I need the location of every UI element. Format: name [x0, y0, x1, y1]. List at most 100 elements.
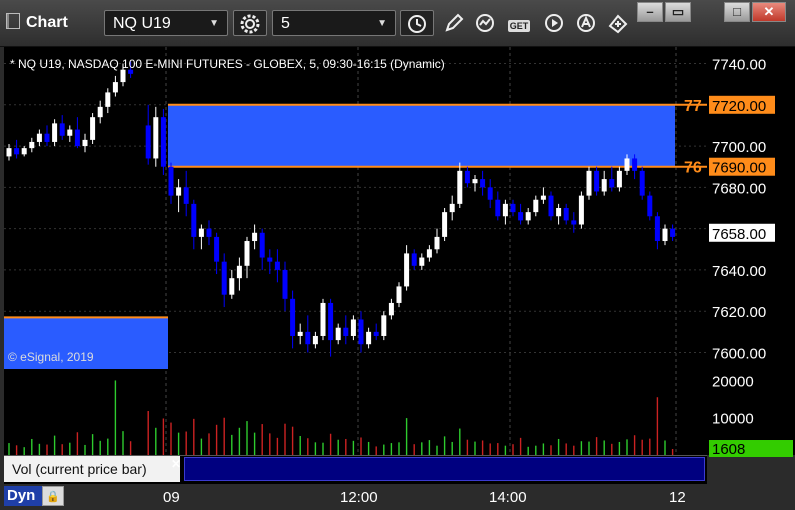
candle-body: [112, 82, 118, 93]
candle-body: [373, 331, 379, 336]
candle-body: [274, 261, 280, 270]
candle-body: [464, 170, 470, 184]
price-tick-label: 7680.00: [712, 180, 766, 197]
candle-body: [36, 133, 42, 142]
candle-body: [404, 253, 410, 287]
candle-body: [120, 69, 126, 83]
time-tick: 12:00: [340, 489, 378, 506]
candle-body: [639, 170, 645, 196]
candle-body: [662, 228, 668, 242]
candle-body: [518, 212, 524, 221]
candle-body: [586, 170, 592, 196]
chart-canvas: 7740.00 7700.00 7680.00 7640.00 7620.00 7600.…: [4, 47, 793, 458]
level-price-label: 7720.00: [712, 98, 766, 115]
candle-body: [487, 187, 493, 200]
candle-body: [434, 236, 440, 250]
candle-body: [525, 212, 531, 221]
candle-body: [305, 331, 311, 345]
candle-body: [6, 148, 12, 157]
chart-header: * NQ U19, NASDAQ 100 E-MINI FUTURES - GL…: [10, 57, 445, 71]
price-tick-label: 7640.00: [712, 263, 766, 280]
candle-body: [426, 249, 432, 258]
candle-body: [335, 327, 341, 341]
copyright-text: © eSignal, 2019: [8, 350, 94, 364]
candle-body: [67, 129, 73, 136]
candle-body: [540, 195, 546, 200]
close-icon[interactable]: ✕: [171, 457, 181, 471]
study-input-bar[interactable]: [184, 457, 705, 481]
candle-body: [160, 117, 166, 167]
candle-body: [312, 335, 318, 345]
candle-body: [14, 148, 20, 155]
candle-body: [396, 286, 402, 303]
candle-body: [90, 117, 96, 140]
level-short-label: 76: [684, 160, 702, 177]
candle-body: [578, 195, 584, 225]
price-tick-label: 7740.00: [712, 57, 766, 74]
candle-body: [594, 170, 600, 192]
candle-body: [510, 203, 516, 213]
candle-body: [244, 241, 250, 266]
candle-body: [388, 302, 394, 316]
candle-body: [563, 208, 569, 221]
candle-body: [328, 302, 334, 341]
candle-body: [145, 125, 151, 159]
candle-body: [236, 265, 242, 279]
candle-body: [82, 139, 88, 147]
candle-body: [221, 261, 227, 295]
candle-body: [282, 269, 288, 299]
candle-body: [624, 158, 630, 171]
candle-body: [616, 170, 622, 188]
candle-body: [290, 298, 296, 336]
candle-body: [267, 257, 273, 262]
candle-body: [198, 228, 204, 237]
resistance-zone: [168, 104, 675, 167]
time-tick: 09: [163, 489, 180, 506]
candle-body: [343, 327, 349, 336]
candle-body: [105, 92, 111, 107]
candle-body: [571, 220, 577, 225]
candle-body: [647, 195, 653, 217]
candle-body: [297, 331, 303, 336]
candle-body: [457, 170, 463, 204]
candle-body: [229, 278, 235, 295]
candle-body: [21, 148, 27, 155]
time-tick: 14:00: [489, 489, 527, 506]
volume-tick-label: 20000: [712, 373, 754, 390]
candle-body: [153, 117, 159, 159]
candle-body: [609, 179, 615, 188]
volume-tick-label: 10000: [712, 411, 754, 428]
volume-study-label[interactable]: Vol (current price bar): [4, 456, 180, 482]
candle-body: [252, 232, 258, 242]
candle-body: [176, 187, 182, 196]
candle-body: [44, 133, 50, 142]
candle-body: [556, 208, 562, 217]
candle-body: [259, 232, 265, 258]
candle-body: [381, 315, 387, 336]
candle-body: [419, 257, 425, 266]
candle-body: [502, 203, 508, 217]
candle-body: [214, 236, 220, 262]
candle-body: [411, 253, 417, 266]
candle-body: [358, 319, 364, 345]
candle-body: [97, 106, 103, 118]
candle-body: [533, 199, 539, 213]
candle-body: [670, 228, 676, 237]
time-tick: 12: [669, 489, 686, 506]
candle-body: [442, 212, 448, 237]
candle-body: [449, 203, 455, 213]
candle-body: [52, 123, 58, 142]
price-tick-label: 7620.00: [712, 304, 766, 321]
last-volume-label: 1608: [712, 441, 745, 458]
dynamic-button[interactable]: Dyn: [4, 486, 42, 506]
lock-icon[interactable]: 🔒: [42, 486, 64, 506]
level-price-label: 7690.00: [712, 160, 766, 177]
candle-body: [320, 302, 326, 336]
candle-body: [548, 195, 554, 217]
candle-body: [366, 331, 372, 345]
candle-body: [472, 179, 478, 184]
candle-body: [59, 123, 65, 136]
candle-body: [74, 129, 80, 147]
price-tick-label: 7700.00: [712, 139, 766, 156]
candle-body: [168, 166, 174, 196]
